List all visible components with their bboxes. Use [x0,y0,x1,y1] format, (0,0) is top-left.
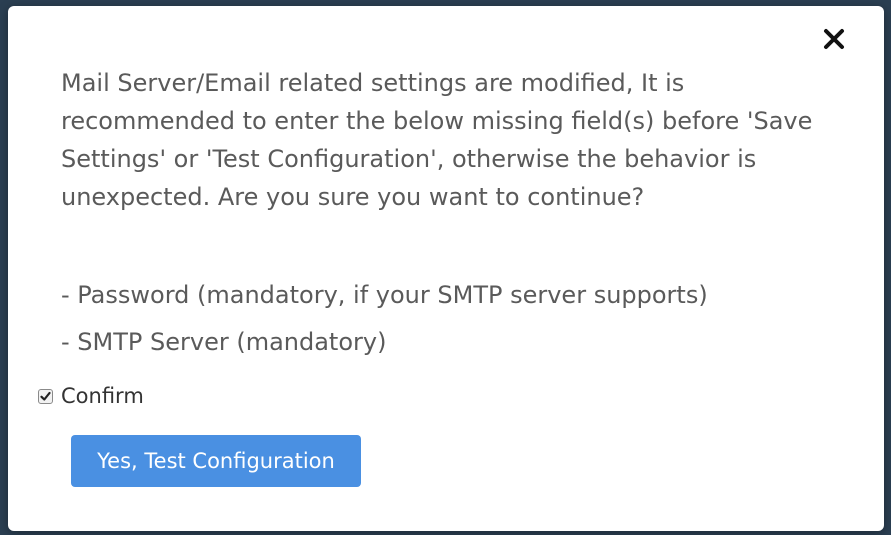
confirm-checkbox[interactable] [38,387,53,406]
confirmation-dialog: Mail Server/Email related settings are m… [8,6,884,531]
confirm-label[interactable]: Confirm [61,383,144,409]
missing-fields-list: - Password (mandatory, if your SMTP serv… [61,278,708,372]
close-icon [823,28,845,53]
missing-field-item: - Password (mandatory, if your SMTP serv… [61,281,708,309]
checkmark-icon [40,387,51,406]
close-button[interactable] [818,24,850,56]
missing-field-item: - SMTP Server (mandatory) [61,328,387,356]
yes-test-configuration-button[interactable]: Yes, Test Configuration [71,435,361,487]
confirm-row: Confirm [38,383,144,409]
dialog-message: Mail Server/Email related settings are m… [61,69,813,211]
